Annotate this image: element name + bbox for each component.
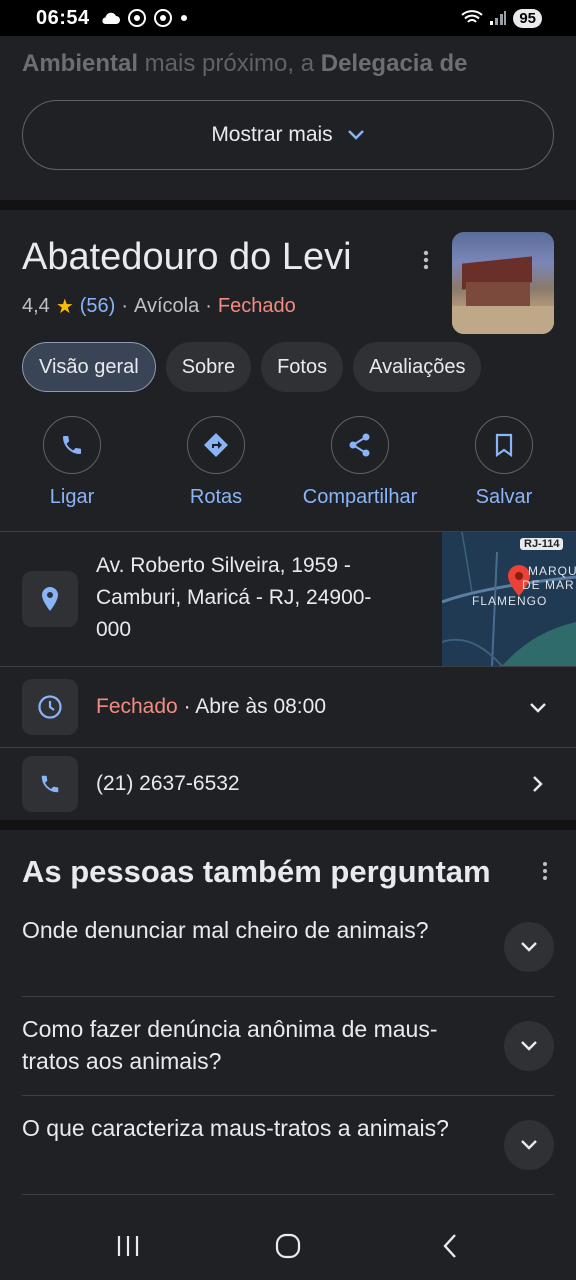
recent-apps-button[interactable] (98, 1228, 158, 1264)
bookmark-icon (475, 416, 533, 474)
phone-row[interactable]: (21) 2637-6532 (0, 747, 576, 820)
map-road-label: RJ-114 (520, 538, 564, 550)
review-count-link[interactable]: (56) (80, 295, 116, 318)
wifi-icon (461, 10, 483, 23)
tab-overview[interactable]: Visão geral (22, 342, 156, 392)
section-divider (0, 200, 576, 210)
place-category: Avícola (134, 295, 200, 317)
more-options-icon[interactable] (414, 248, 438, 272)
status-icons-right: 95 (461, 8, 542, 28)
phone-icon (43, 416, 101, 474)
paa-question[interactable]: Onde denunciar mal cheiro de animais? (22, 898, 554, 997)
place-card: Abatedouro do Levi 4,4 ★ (56) · Avícola … (0, 210, 576, 820)
map-thumbnail[interactable]: RJ-114 MARQU DE MAR FLAMENGO (442, 532, 576, 666)
previous-result-card: Ambiental mais próximo, a Delegacia de M… (0, 36, 576, 200)
share-button[interactable]: Compartilhar (285, 416, 435, 509)
status-bar: 06:54 95 (0, 0, 576, 36)
call-label: Ligar (49, 486, 95, 508)
more-options-icon[interactable] (534, 860, 556, 882)
save-button[interactable]: Salvar (429, 416, 576, 509)
share-icon (331, 416, 389, 474)
system-navigation-bar (0, 1210, 576, 1280)
action-buttons: Ligar Rotas Compartilhar Salvar (0, 416, 576, 516)
open-status: Fechado (217, 295, 296, 317)
home-button[interactable] (258, 1228, 318, 1264)
separator-dot: · (205, 295, 212, 317)
hours-text: Fechado · Abre às 08:00 (96, 695, 327, 718)
place-title[interactable]: Abatedouro do Levi (22, 236, 352, 279)
map-area-label: FLAMENGO (472, 594, 548, 608)
paa-question-text: Como fazer denúncia anônima de maus-trat… (22, 1016, 438, 1074)
faded-snippet-text: Ambiental mais próximo, a Delegacia de (22, 50, 468, 77)
battery-indicator: 95 (513, 8, 542, 28)
paa-question-text: Onde denunciar mal cheiro de animais? (22, 917, 429, 943)
status-time: 06:54 (36, 6, 90, 29)
separator-dot: · (121, 295, 128, 317)
chevron-right-icon[interactable] (526, 772, 550, 796)
back-button[interactable] (420, 1228, 480, 1264)
tab-reviews[interactable]: Avaliações (353, 342, 482, 392)
chrome-icon (153, 9, 172, 27)
address-row[interactable]: Av. Roberto Silveira, 1959 - Camburi, Ma… (0, 531, 576, 666)
phone-icon (22, 756, 78, 812)
paa-title: As pessoas também perguntam (22, 854, 491, 889)
section-divider (0, 820, 576, 830)
call-button[interactable]: Ligar (0, 416, 147, 509)
chrome-icon (127, 9, 146, 27)
map-area-label: DE MAR (522, 578, 575, 592)
place-photo-thumbnail[interactable] (452, 232, 554, 334)
rating-value: 4,4 (22, 295, 50, 317)
clock-icon (22, 679, 78, 735)
chevron-down-icon (347, 130, 364, 140)
directions-label: Rotas (189, 486, 243, 508)
star-icon: ★ (55, 296, 74, 318)
hours-row[interactable]: Fechado · Abre às 08:00 (0, 666, 576, 747)
location-pin-icon (22, 571, 78, 627)
show-more-button[interactable]: Mostrar mais (22, 100, 554, 170)
people-also-ask-card: As pessoas também perguntam Onde denunci… (0, 830, 576, 1210)
save-label: Salvar (475, 486, 533, 508)
cloud-icon (102, 12, 120, 24)
paa-question[interactable]: Como fazer denúncia anônima de maus-trat… (22, 997, 554, 1096)
tab-about[interactable]: Sobre (165, 342, 252, 392)
chevron-down-icon[interactable] (504, 1120, 554, 1170)
phone-number: (21) 2637-6532 (96, 772, 240, 795)
address-text: Av. Roberto Silveira, 1959 - Camburi, Ma… (96, 554, 372, 641)
status-icons-left (100, 9, 188, 27)
directions-icon (187, 416, 245, 474)
signal-icon (490, 11, 507, 25)
tab-bar: Visão geral Sobre Fotos Avaliações (22, 342, 482, 392)
dot-icon (180, 15, 187, 21)
show-more-label: Mostrar mais (211, 123, 333, 146)
map-area-label: MARQU (528, 564, 576, 578)
chevron-down-icon[interactable] (504, 1021, 554, 1071)
chevron-down-icon[interactable] (526, 696, 550, 720)
chevron-down-icon[interactable] (504, 922, 554, 972)
rating-row: 4,4 ★ (56) · Avícola · Fechado (22, 294, 296, 319)
directions-button[interactable]: Rotas (141, 416, 291, 509)
paa-question-text: O que caracteriza maus-tratos a animais? (22, 1115, 449, 1141)
paa-question[interactable]: O que caracteriza maus-tratos a animais? (22, 1096, 554, 1195)
share-label: Compartilhar (302, 486, 418, 508)
tab-photos[interactable]: Fotos (261, 342, 344, 392)
